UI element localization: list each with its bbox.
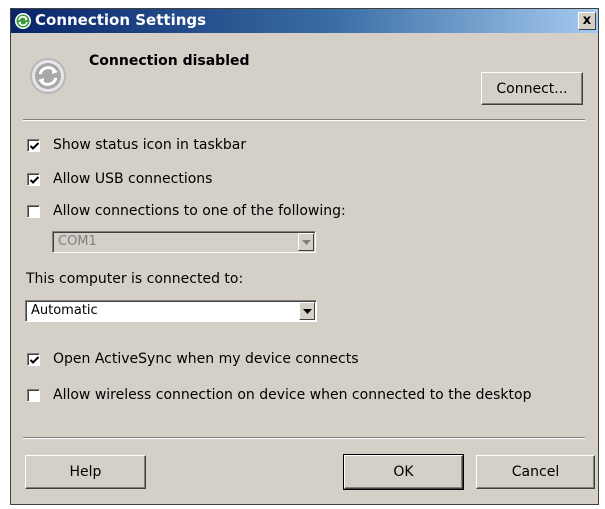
computer-connected-label: This computer is connected to: [26, 271, 244, 287]
cancel-button[interactable]: Cancel [476, 455, 595, 489]
cancel-button-label: Cancel [511, 464, 560, 480]
chevron-down-icon[interactable] [298, 233, 314, 251]
open-activesync-label: Open ActiveSync when my device connects [53, 351, 359, 367]
port-select[interactable]: COM1 [52, 231, 316, 253]
connection-status-icon [29, 57, 67, 95]
allow-ports-option[interactable]: Allow connections to one of the followin… [27, 202, 346, 220]
ok-button[interactable]: OK [343, 454, 464, 490]
close-button[interactable]: x [578, 12, 596, 30]
top-divider [23, 119, 585, 121]
title-bar[interactable]: Connection Settings x [11, 9, 598, 33]
port-select-value: COM1 [58, 234, 97, 249]
activesync-icon [14, 12, 32, 30]
open-activesync-option[interactable]: Open ActiveSync when my device connects [27, 350, 359, 368]
allow-usb-option[interactable]: Allow USB connections [27, 170, 212, 188]
network-select[interactable]: Automatic [25, 300, 317, 322]
allow-ports-label: Allow connections to one of the followin… [53, 203, 346, 219]
connection-status-text: Connection disabled [89, 53, 250, 69]
allow-wireless-checkbox[interactable] [27, 388, 40, 402]
help-button[interactable]: Help [25, 455, 146, 489]
connect-button-label: Connect... [496, 80, 568, 97]
allow-wireless-label: Allow wireless connection on device when… [53, 387, 532, 403]
allow-ports-checkbox[interactable] [27, 204, 40, 218]
close-icon: x [582, 13, 592, 28]
bottom-divider [23, 437, 585, 439]
ok-button-label: OK [393, 464, 414, 480]
connect-button[interactable]: Connect... [481, 72, 583, 105]
allow-usb-checkbox[interactable] [27, 172, 40, 186]
open-activesync-checkbox[interactable] [27, 352, 40, 366]
show-status-icon-label: Show status icon in taskbar [53, 137, 247, 153]
network-select-value: Automatic [31, 303, 98, 318]
connection-settings-dialog: Connection Settings x Connection disable… [10, 8, 599, 505]
window-title: Connection Settings [35, 11, 207, 29]
chevron-down-icon[interactable] [299, 302, 315, 320]
help-button-label: Help [69, 464, 102, 480]
show-status-icon-checkbox[interactable] [27, 138, 40, 152]
show-status-icon-option[interactable]: Show status icon in taskbar [27, 136, 246, 154]
allow-usb-label: Allow USB connections [53, 171, 213, 187]
allow-wireless-option[interactable]: Allow wireless connection on device when… [27, 386, 531, 404]
